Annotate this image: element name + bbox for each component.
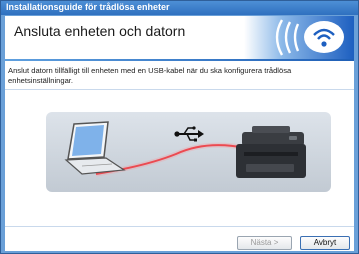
next-button[interactable]: Nästa >: [237, 236, 292, 250]
header-divider: [5, 59, 354, 61]
connection-diagram: [64, 121, 306, 178]
usb-icon: [174, 126, 204, 142]
connection-illustration: [46, 112, 331, 192]
printer-icon: [236, 126, 306, 178]
laptop-icon: [64, 121, 126, 175]
wireless-logo-icon: [244, 16, 354, 59]
wizard-header: Ansluta enheten och datorn: [5, 16, 354, 59]
cancel-button[interactable]: Avbryt: [300, 236, 350, 250]
divider: [5, 89, 354, 90]
title-bar[interactable]: Installationsguide för trådlösa enheter: [1, 1, 358, 15]
footer-divider: [5, 226, 354, 227]
instruction-text: Anslut datorn tillfälligt till enheten m…: [8, 66, 292, 85]
window-title: Installationsguide för trådlösa enheter: [6, 2, 170, 12]
page-title: Ansluta enheten och datorn: [14, 23, 186, 39]
installer-window: Installationsguide för trådlösa enheter …: [0, 0, 359, 254]
wizard-content: Ansluta enheten och datorn Anslut datorn…: [5, 16, 354, 251]
